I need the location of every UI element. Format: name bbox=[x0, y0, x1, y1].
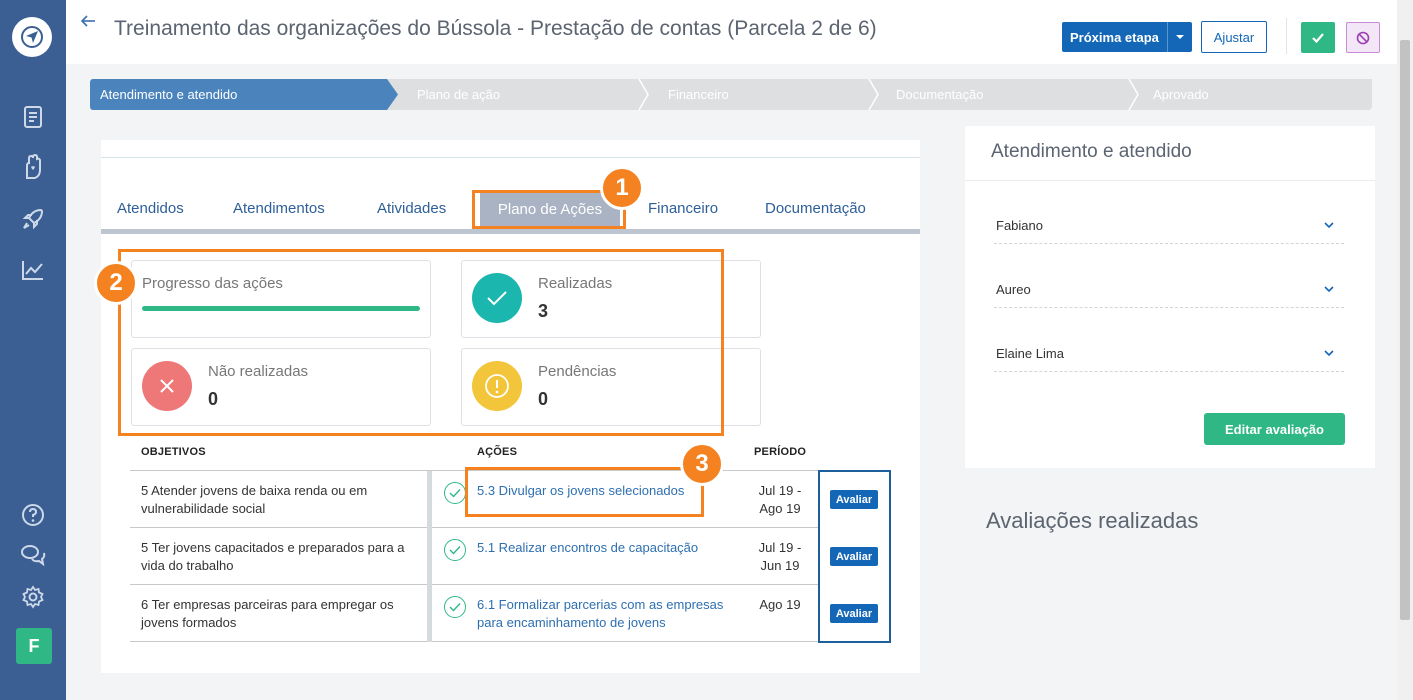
select-underline bbox=[994, 371, 1344, 372]
evaluation-panel: Atendimento e atendido Fabiano Aureo Ela… bbox=[965, 126, 1375, 468]
hand-heart-icon[interactable] bbox=[18, 152, 48, 182]
top-divider bbox=[101, 157, 920, 158]
gear-icon[interactable] bbox=[18, 582, 48, 612]
period-line: Jun 19 bbox=[760, 558, 800, 573]
action-line: para encaminhamento de jovens bbox=[477, 615, 666, 630]
select-attendant-2[interactable]: Aureo bbox=[996, 282, 1031, 297]
reject-button[interactable] bbox=[1346, 22, 1380, 53]
step-aprovado[interactable]: Aprovado bbox=[1153, 79, 1209, 110]
step-financeiro[interactable]: Financeiro bbox=[668, 79, 729, 110]
period-cell: Ago 19 bbox=[745, 596, 815, 614]
step-plano[interactable]: Plano de ação bbox=[417, 79, 500, 110]
column-divider bbox=[427, 471, 432, 642]
chat-icon[interactable] bbox=[18, 540, 48, 570]
panel-divider bbox=[965, 180, 1375, 181]
period-line: Jul 19 - bbox=[758, 540, 802, 555]
sidebar: F bbox=[0, 0, 66, 700]
compass-logo-icon[interactable] bbox=[12, 17, 52, 57]
annotation-box-action bbox=[465, 467, 704, 517]
action-line: 6.1 Formalizar parcerias com as empresas bbox=[477, 597, 724, 612]
caret-down-icon[interactable] bbox=[1176, 35, 1184, 39]
scroll-thumb[interactable] bbox=[1400, 40, 1410, 620]
action-link[interactable]: 6.1 Formalizar parcerias com as empresas… bbox=[477, 596, 723, 632]
check-circle-icon bbox=[444, 482, 466, 504]
select-attendant-1[interactable]: Fabiano bbox=[996, 218, 1043, 233]
step-label: Documentação bbox=[896, 87, 984, 102]
tab-atendidos[interactable]: Atendidos bbox=[117, 200, 184, 217]
step-label: Plano de ação bbox=[417, 87, 501, 102]
next-step-label: Próxima etapa bbox=[1070, 29, 1159, 45]
chevron-down-icon[interactable] bbox=[1324, 221, 1334, 229]
table-row-objective: 5 Ter jovens capacitados e preparados pa… bbox=[141, 539, 405, 575]
page-header: Treinamento das organizações do Bússola … bbox=[66, 0, 1397, 64]
objective-line: jovens formados bbox=[141, 615, 237, 630]
tab-financeiro[interactable]: Financeiro bbox=[648, 200, 718, 217]
tab-underline-bar bbox=[101, 229, 920, 234]
tab-atendimentos[interactable]: Atendimentos bbox=[233, 200, 325, 217]
workflow-stepper: Atendimento e atendido Plano de ação Fin… bbox=[90, 79, 1372, 110]
panel-title: Atendimento e atendido bbox=[991, 141, 1192, 162]
chevron-down-icon[interactable] bbox=[1324, 285, 1334, 293]
chevron-down-icon[interactable] bbox=[1324, 349, 1334, 357]
select-underline bbox=[994, 243, 1344, 244]
table-divider bbox=[130, 584, 818, 585]
objective-line: 6 Ter empresas parceiras para empregar o… bbox=[141, 597, 394, 612]
header-objectives: OBJETIVOS bbox=[141, 446, 206, 458]
action-link[interactable]: 5.1 Realizar encontros de capacitação bbox=[477, 539, 698, 557]
objective-line: 5 Ter jovens capacitados e preparados pa… bbox=[141, 540, 405, 555]
select-attendant-3[interactable]: Elaine Lima bbox=[996, 346, 1064, 361]
check-icon bbox=[1312, 32, 1324, 43]
approve-button[interactable] bbox=[1301, 22, 1335, 53]
edit-evaluation-button[interactable]: Editar avaliação bbox=[1204, 413, 1345, 445]
step-atendimento[interactable]: Atendimento e atendido bbox=[100, 79, 237, 110]
step-label: Aprovado bbox=[1153, 87, 1209, 102]
adjust-button[interactable]: Ajustar bbox=[1201, 21, 1267, 53]
header-divider bbox=[1286, 18, 1287, 54]
user-avatar[interactable]: F bbox=[16, 628, 52, 664]
step-label: Atendimento e atendido bbox=[100, 87, 238, 102]
objective-line: vulnerabilidade social bbox=[141, 501, 266, 516]
select-underline bbox=[994, 307, 1344, 308]
annotation-badge-2: 2 bbox=[94, 261, 138, 305]
document-icon[interactable] bbox=[18, 102, 48, 132]
page-scrollbar[interactable] bbox=[1397, 0, 1413, 700]
rocket-icon[interactable] bbox=[18, 204, 48, 234]
header-period: PERÍODO bbox=[754, 446, 807, 458]
evaluations-title: Avaliações realizadas bbox=[986, 508, 1199, 533]
next-step-button[interactable]: Próxima etapa bbox=[1062, 22, 1192, 52]
period-cell: Jul 19 - Jun 19 bbox=[745, 539, 815, 575]
back-arrow-icon[interactable] bbox=[80, 12, 96, 35]
table-row-objective: 6 Ter empresas parceiras para empregar o… bbox=[141, 596, 394, 632]
period-line: Ago 19 bbox=[759, 501, 801, 516]
page-title: Treinamento das organizações do Bússola … bbox=[114, 17, 877, 40]
objective-line: 5 Atender jovens de baixa renda ou em bbox=[141, 483, 368, 498]
annotation-badge-1: 1 bbox=[600, 166, 644, 210]
period-line: Ago 19 bbox=[759, 597, 801, 612]
tab-documentacao[interactable]: Documentação bbox=[765, 200, 866, 217]
annotation-badge-3: 3 bbox=[680, 442, 724, 486]
annotation-box-stats bbox=[118, 249, 724, 436]
block-icon bbox=[1356, 31, 1370, 44]
period-cell: Jul 19 - Ago 19 bbox=[745, 482, 815, 518]
step-label: Financeiro bbox=[668, 87, 729, 102]
table-divider bbox=[130, 641, 818, 642]
check-circle-icon bbox=[444, 539, 466, 561]
tab-atividades[interactable]: Atividades bbox=[377, 200, 446, 217]
table-row-objective: 5 Atender jovens de baixa renda ou em vu… bbox=[141, 482, 367, 518]
check-circle-icon bbox=[444, 596, 466, 618]
objective-line: vida do trabalho bbox=[141, 558, 234, 573]
help-icon[interactable] bbox=[18, 500, 48, 530]
chart-icon[interactable] bbox=[18, 255, 48, 285]
button-separator bbox=[1167, 22, 1168, 52]
header-actions: AÇÕES bbox=[477, 446, 518, 458]
period-line: Jul 19 - bbox=[758, 483, 802, 498]
evaluate-column-highlight bbox=[818, 470, 891, 643]
table-divider bbox=[130, 527, 818, 528]
step-documentacao[interactable]: Documentação bbox=[896, 79, 983, 110]
